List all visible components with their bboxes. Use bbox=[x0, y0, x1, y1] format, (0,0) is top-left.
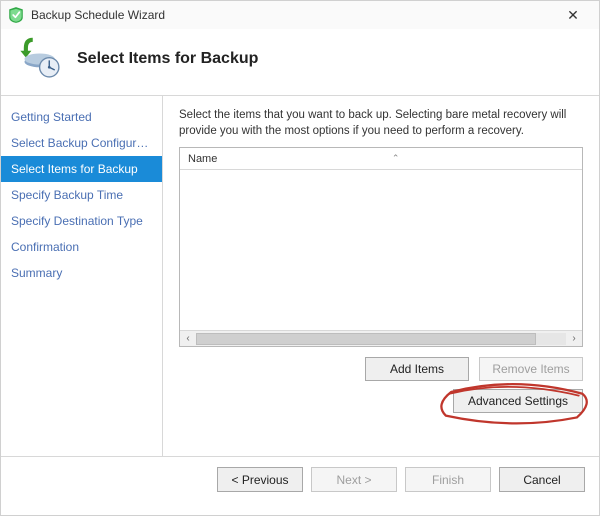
step-select-items-for-backup[interactable]: Select Items for Backup bbox=[1, 156, 162, 182]
step-select-backup-configuration[interactable]: Select Backup Configurat... bbox=[1, 130, 162, 156]
title-bar: Backup Schedule Wizard ✕ bbox=[1, 1, 599, 29]
scroll-right-button[interactable]: › bbox=[566, 332, 582, 346]
backup-schedule-icon bbox=[19, 37, 63, 81]
items-listbox[interactable]: Name ⌃ ‹ › bbox=[179, 147, 583, 347]
add-items-button[interactable]: Add Items bbox=[365, 357, 469, 381]
main-panel: Select the items that you want to back u… bbox=[163, 96, 599, 456]
sort-caret-icon: ⌃ bbox=[392, 153, 400, 164]
wizard-footer: < Previous Next > Finish Cancel bbox=[1, 456, 599, 502]
close-icon: ✕ bbox=[567, 7, 579, 24]
advanced-settings-button[interactable]: Advanced Settings bbox=[453, 389, 583, 413]
horizontal-scrollbar[interactable]: ‹ › bbox=[180, 330, 582, 346]
cancel-button[interactable]: Cancel bbox=[499, 467, 585, 492]
scroll-thumb[interactable] bbox=[196, 333, 536, 345]
window-title: Backup Schedule Wizard bbox=[31, 8, 553, 22]
list-column-header[interactable]: Name ⌃ bbox=[180, 148, 582, 170]
step-getting-started[interactable]: Getting Started bbox=[1, 104, 162, 130]
wizard-icon bbox=[7, 6, 25, 24]
wizard-header: Select Items for Backup bbox=[1, 29, 599, 96]
step-specify-backup-time[interactable]: Specify Backup Time bbox=[1, 182, 162, 208]
advanced-settings-row: Advanced Settings bbox=[179, 389, 583, 413]
page-title: Select Items for Backup bbox=[77, 50, 258, 68]
wizard-body: Getting Started Select Backup Configurat… bbox=[1, 96, 599, 456]
step-summary[interactable]: Summary bbox=[1, 260, 162, 286]
previous-button[interactable]: < Previous bbox=[217, 467, 303, 492]
step-specify-destination-type[interactable]: Specify Destination Type bbox=[1, 208, 162, 234]
item-actions-row: Add Items Remove Items bbox=[179, 357, 583, 381]
scroll-left-button[interactable]: ‹ bbox=[180, 332, 196, 346]
instructions-text: Select the items that you want to back u… bbox=[179, 108, 583, 139]
steps-sidebar: Getting Started Select Backup Configurat… bbox=[1, 96, 163, 456]
scroll-track[interactable] bbox=[196, 333, 566, 345]
next-button: Next > bbox=[311, 467, 397, 492]
list-body[interactable] bbox=[180, 170, 582, 330]
step-confirmation[interactable]: Confirmation bbox=[1, 234, 162, 260]
remove-items-button: Remove Items bbox=[479, 357, 583, 381]
column-name-label: Name bbox=[188, 153, 217, 165]
close-button[interactable]: ✕ bbox=[553, 1, 593, 29]
finish-button: Finish bbox=[405, 467, 491, 492]
